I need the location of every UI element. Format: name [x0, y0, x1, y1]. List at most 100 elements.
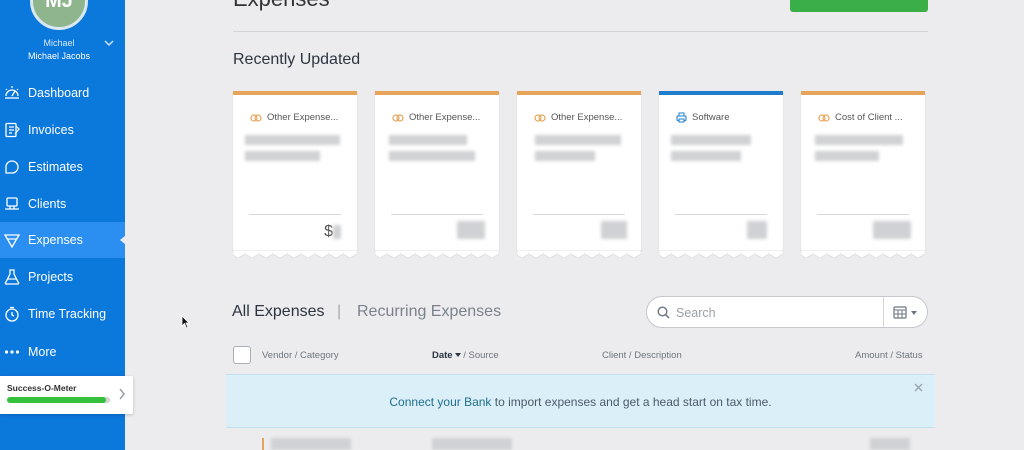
card-torn-edge: [801, 250, 925, 259]
card-category-label: Software: [692, 112, 730, 123]
card-torn-edge: [659, 250, 783, 259]
card-body: Other Expense... $: [233, 91, 357, 251]
sidebar-item-time-tracking[interactable]: Time Tracking: [0, 296, 125, 332]
column-date[interactable]: Date: [432, 350, 453, 361]
search-box[interactable]: [646, 296, 928, 328]
card-divider: [391, 214, 483, 215]
tab-recurring-expenses[interactable]: Recurring Expenses: [357, 303, 501, 321]
meter-label: Success-O-Meter: [7, 383, 77, 393]
avatar[interactable]: MJ: [30, 0, 88, 30]
card-body: Software: [659, 91, 783, 251]
expense-card[interactable]: Software: [659, 91, 783, 261]
sidebar-item-label: Dashboard: [28, 86, 90, 100]
card-divider: [533, 214, 625, 215]
chevron-down-icon[interactable]: [104, 38, 114, 48]
blurred-row: [870, 438, 910, 450]
sidebar-item-label: Clients: [28, 197, 67, 211]
blurred-vendor: [245, 151, 320, 161]
blurred-vendor: [671, 151, 741, 161]
page-title: Expenses: [233, 0, 330, 12]
main-content: Expenses Recently Updated Other Expense.…: [125, 0, 1024, 450]
card-amount: $: [324, 223, 341, 241]
expense-card[interactable]: Cost of Client ...: [801, 91, 925, 261]
invoices-icon: [5, 122, 20, 138]
header-divider: [233, 31, 928, 32]
sidebar-item-label: Time Tracking: [28, 307, 107, 321]
blurred-amount: [457, 221, 485, 239]
select-all-checkbox[interactable]: [233, 346, 251, 364]
card-category: Software: [676, 112, 730, 123]
success-o-meter[interactable]: Success-O-Meter: [0, 376, 133, 414]
wallet-icon: [250, 113, 262, 122]
wallet-icon: [392, 113, 404, 122]
card-divider: [249, 214, 341, 215]
blurred-vendor: [535, 151, 595, 161]
clients-icon: [5, 197, 19, 210]
card-category-label: Other Expense...: [551, 112, 623, 123]
meter-fill: [7, 397, 106, 403]
blurred-vendor: [671, 135, 751, 145]
card-torn-edge: [233, 250, 357, 259]
sidebar-item-clients[interactable]: Clients: [0, 186, 125, 222]
close-icon[interactable]: [914, 383, 923, 392]
card-divider: [675, 214, 767, 215]
new-expense-button[interactable]: [790, 0, 928, 12]
blurred-vendor: [815, 135, 903, 145]
blurred-amount: [873, 221, 911, 239]
blurred-amount: [747, 221, 767, 239]
printer-icon: [676, 112, 687, 123]
sidebar-item-label: More: [28, 345, 57, 359]
column-source[interactable]: / Source: [461, 350, 498, 361]
column-date-source[interactable]: Date / Source: [432, 350, 499, 361]
card-category-label: Other Expense...: [267, 112, 339, 123]
blurred-row: [432, 438, 512, 450]
card-divider: [817, 214, 909, 215]
connect-bank-link[interactable]: Connect your Bank: [389, 395, 491, 409]
card-category: Other Expense...: [534, 112, 622, 123]
blurred-vendor: [815, 151, 879, 161]
more-dots-icon: [4, 350, 20, 354]
card-category: Other Expense...: [392, 112, 480, 123]
caret-down-icon[interactable]: [911, 311, 917, 315]
card-category-label: Cost of Client ...: [835, 112, 903, 123]
banner-text: to import expenses and get a head start …: [491, 395, 772, 409]
search-divider: [883, 297, 884, 327]
tab-separator: |: [337, 303, 342, 320]
expense-card[interactable]: Other Expense...: [375, 91, 499, 261]
blurred-vendor: [535, 135, 621, 145]
tab-all-expenses[interactable]: All Expenses: [232, 303, 325, 321]
sidebar-item-label: Estimates: [28, 160, 83, 174]
sidebar-item-projects[interactable]: Projects: [0, 259, 125, 295]
sidebar-item-more[interactable]: More: [0, 334, 125, 370]
mouse-cursor-icon: [181, 315, 190, 329]
blurred-vendor: [389, 151, 475, 161]
column-client-description[interactable]: Client / Description: [602, 350, 682, 361]
sidebar-item-expenses[interactable]: Expenses: [0, 222, 126, 258]
user-first-name[interactable]: Michael: [0, 38, 118, 48]
expense-card[interactable]: Other Expense... $: [233, 91, 357, 261]
connect-bank-banner: Connect your Bank to import expenses and…: [226, 374, 935, 428]
search-input[interactable]: [676, 304, 876, 321]
card-body: Other Expense...: [517, 91, 641, 251]
sidebar-item-estimates[interactable]: Estimates: [0, 149, 125, 185]
user-full-name[interactable]: Michael Jacobs: [0, 51, 118, 61]
sidebar-item-label: Projects: [28, 270, 74, 284]
wallet-icon: [818, 113, 830, 122]
search-icon: [657, 306, 670, 319]
card-body: Other Expense...: [375, 91, 499, 251]
card-category: Other Expense...: [250, 112, 338, 123]
sidebar-item-label: Expenses: [28, 233, 83, 247]
card-torn-edge: [517, 250, 641, 259]
sidebar-item-invoices[interactable]: Invoices: [0, 112, 125, 148]
projects-icon: [4, 269, 20, 285]
clock-icon: [5, 306, 19, 322]
column-amount-status[interactable]: Amount / Status: [855, 350, 923, 361]
calendar-icon[interactable]: [893, 305, 907, 319]
expense-card[interactable]: Other Expense...: [517, 91, 641, 261]
sidebar-item-dashboard[interactable]: Dashboard: [0, 75, 125, 111]
blurred-row: [271, 438, 351, 450]
card-torn-edge: [375, 250, 499, 259]
meter-track: [7, 397, 110, 403]
blurred-vendor: [389, 135, 467, 145]
column-vendor-category[interactable]: Vendor / Category: [262, 350, 339, 361]
